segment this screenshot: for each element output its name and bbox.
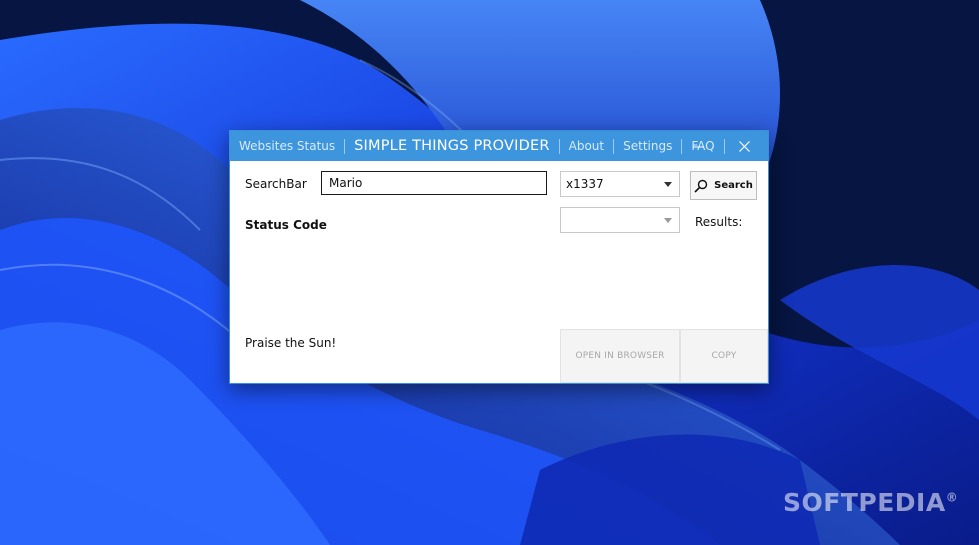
app-title: SIMPLE THINGS PROVIDER xyxy=(354,138,550,154)
close-button[interactable] xyxy=(724,131,764,161)
search-input[interactable] xyxy=(321,171,547,195)
open-in-browser-button[interactable]: OPEN IN BROWSER xyxy=(560,329,680,383)
menu-separator xyxy=(344,138,346,154)
searchbar-label: SearchBar xyxy=(245,177,307,191)
minimize-icon xyxy=(692,146,704,147)
registered-mark: ® xyxy=(945,490,959,505)
results-select[interactable] xyxy=(560,207,680,233)
menu-separator xyxy=(558,138,560,154)
menu-websites-status[interactable]: Websites Status xyxy=(239,139,335,153)
close-icon xyxy=(738,140,750,152)
minimize-button[interactable] xyxy=(678,131,718,161)
copy-button[interactable]: COPY xyxy=(680,329,768,383)
watermark-text: SOFTPEDIA xyxy=(783,488,946,517)
chevron-down-icon xyxy=(664,182,672,187)
mode-select-value: x1337 xyxy=(566,177,604,191)
softpedia-watermark: SOFTPEDIA® xyxy=(783,488,958,517)
search-icon xyxy=(694,179,708,193)
status-code-label: Status Code xyxy=(245,218,327,232)
search-button-label: Search xyxy=(714,180,753,191)
results-label: Results: xyxy=(695,215,743,229)
desktop: Websites Status SIMPLE THINGS PROVIDER A… xyxy=(0,0,979,545)
mode-select[interactable]: x1337 xyxy=(560,171,680,197)
chevron-down-icon xyxy=(664,218,672,223)
title-bar: Websites Status SIMPLE THINGS PROVIDER A… xyxy=(230,131,768,161)
menu-about[interactable]: About xyxy=(569,139,604,153)
footer-text: Praise the Sun! xyxy=(245,336,337,350)
menu-separator xyxy=(613,138,615,154)
app-window: Websites Status SIMPLE THINGS PROVIDER A… xyxy=(229,130,769,384)
search-button[interactable]: Search xyxy=(690,171,757,200)
menu-settings[interactable]: Settings xyxy=(623,139,672,153)
